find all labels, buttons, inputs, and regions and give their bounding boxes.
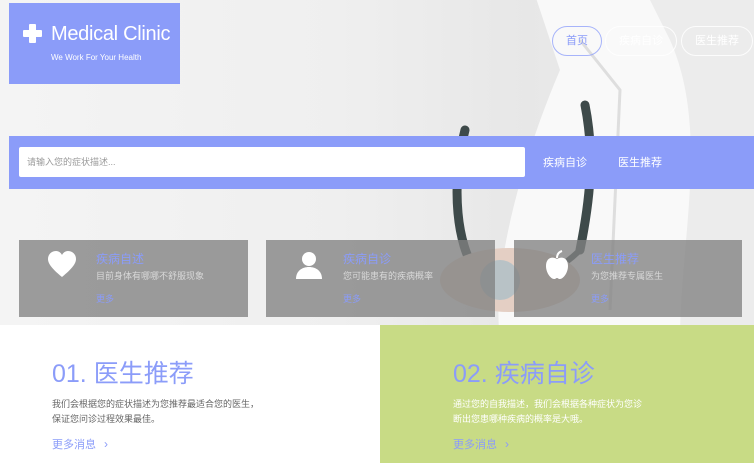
panel-description-line: 保证您问诊过程效果最佳。 <box>52 414 161 424</box>
panel-description: 通过您的自我描述，我们会根据各种症状为您诊 断出您患哪种疾病的概率是大哦。 <box>453 397 642 427</box>
disease-check-panel: 02. 疾病自诊 通过您的自我描述，我们会根据各种症状为您诊 断出您患哪种疾病的… <box>380 325 754 463</box>
brand-tagline: We Work For Your Health <box>51 53 142 62</box>
heart-icon <box>48 251 76 277</box>
panel-description: 我们会根据您的症状描述为您推荐最适合您的医生， 保证您问诊过程效果最佳。 <box>52 397 259 427</box>
more-news-link[interactable]: 更多消息 › <box>453 436 509 452</box>
panel-description-line: 断出您患哪种疾病的概率是大哦。 <box>453 414 589 424</box>
chevron-right-icon: › <box>505 437 509 451</box>
nav-home-button[interactable]: 首页 <box>552 26 602 56</box>
search-bar: 疾病自诊 医生推荐 <box>9 136 754 189</box>
symptom-search-input[interactable] <box>19 147 525 177</box>
panel-description-line: 通过您的自我描述，我们会根据各种症状为您诊 <box>453 399 643 409</box>
brand-name: Medical Clinic <box>51 23 171 45</box>
nav-disease-check-button[interactable]: 疾病自诊 <box>605 26 677 56</box>
search-doctor-recommend-link[interactable]: 医生推荐 <box>618 154 662 170</box>
doctor-recommend-panel: 01. 医生推荐 我们会根据您的症状描述为您推荐最适合您的医生， 保证您问诊过程… <box>0 325 380 463</box>
brand-logo[interactable]: Medical Clinic We Work For Your Health <box>9 3 180 84</box>
more-news-label: 更多消息 <box>453 439 497 451</box>
user-icon <box>296 252 322 279</box>
card-description: 您可能患有的疾病概率 <box>343 271 434 281</box>
card-description: 为您推荐专属医生 <box>591 271 664 281</box>
apple-icon <box>546 250 568 279</box>
panel-description-line: 我们会根据您的症状描述为您推荐最适合您的医生， <box>52 399 260 409</box>
more-news-label: 更多消息 <box>52 439 96 451</box>
feature-card-doctor[interactable]: 医生推荐 为您推荐专属医生 更多 <box>514 240 742 317</box>
panel-title: 02. 疾病自诊 <box>453 360 595 388</box>
card-more-link[interactable]: 更多 <box>591 292 609 305</box>
feature-card-diagnosis[interactable]: 疾病自诊 您可能患有的疾病概率 更多 <box>266 240 495 317</box>
card-more-link[interactable]: 更多 <box>96 292 114 305</box>
card-description: 目前身体有哪哪不舒服现象 <box>96 271 205 281</box>
search-disease-check-link[interactable]: 疾病自诊 <box>543 154 587 170</box>
feature-card-describe[interactable]: 疾病自述 目前身体有哪哪不舒服现象 更多 <box>19 240 248 317</box>
hero-banner: Medical Clinic We Work For Your Health 首… <box>0 0 754 325</box>
card-title: 疾病自述 <box>96 252 145 266</box>
nav-doctor-recommend-button[interactable]: 医生推荐 <box>681 26 753 56</box>
panel-title: 01. 医生推荐 <box>52 360 194 388</box>
card-title: 医生推荐 <box>591 252 640 266</box>
medical-cross-icon <box>23 24 42 43</box>
chevron-right-icon: › <box>104 437 108 451</box>
card-more-link[interactable]: 更多 <box>343 292 361 305</box>
more-news-link[interactable]: 更多消息 › <box>52 436 108 452</box>
card-title: 疾病自诊 <box>343 252 392 266</box>
